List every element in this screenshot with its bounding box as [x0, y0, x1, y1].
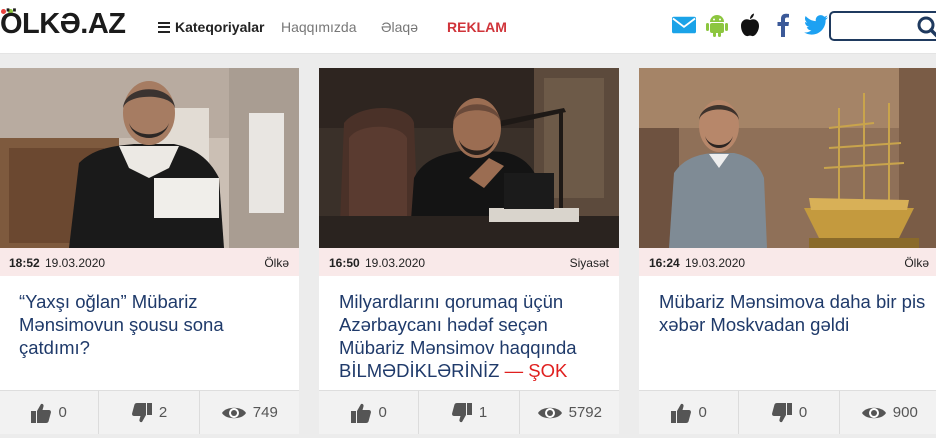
news-category[interactable]: Siyasət — [570, 256, 609, 270]
news-time: 16:50 — [329, 256, 360, 270]
eye-icon — [861, 407, 886, 418]
news-title[interactable]: Milyardlarını qorumaq üçün Azərbaycanı h… — [339, 290, 609, 382]
categories-menu-button[interactable]: Kateqoriyalar — [158, 19, 264, 35]
apple-icon[interactable] — [738, 13, 762, 37]
dislike-count: 0 — [798, 404, 808, 421]
news-title-text: Mübariz Mənsimova daha bir pis xəbər Mos… — [659, 291, 926, 335]
views-stat: 749 — [200, 391, 299, 434]
dislike-count: 1 — [478, 404, 488, 421]
search-box[interactable] — [829, 11, 936, 41]
android-icon[interactable] — [705, 13, 729, 37]
news-stats: 0 1 5792 — [319, 390, 619, 434]
views-count: 900 — [892, 404, 918, 421]
news-title[interactable]: Mübariz Mənsimova daha bir pis xəbər Mos… — [659, 290, 929, 336]
news-card[interactable]: 16:24 19.03.2020 Ölkə Mübariz Mənsimova … — [639, 68, 936, 434]
news-date: 19.03.2020 — [365, 256, 426, 270]
dislike-button[interactable]: 0 — [739, 391, 840, 434]
dislike-button[interactable]: 1 — [419, 391, 520, 434]
like-count: 0 — [698, 404, 707, 421]
views-stat: 900 — [840, 391, 936, 434]
social-links — [672, 13, 828, 37]
like-button[interactable]: 0 — [319, 391, 420, 434]
views-count: 5792 — [568, 404, 602, 421]
thumbs-up-icon — [351, 403, 372, 423]
search-icon[interactable] — [916, 15, 936, 39]
news-title-highlight: — ŞOK — [504, 360, 568, 381]
site-header: ÖLKƏ.AZ Kateqoriyalar Haqqımızda Əlaqə R… — [0, 0, 936, 54]
news-meta: 16:50 19.03.2020 Siyasət — [319, 248, 619, 276]
dislike-count: 2 — [158, 404, 168, 421]
news-title[interactable]: “Yaxşı oğlan” Mübariz Mənsimovun şousu s… — [19, 290, 289, 359]
news-card[interactable]: 18:52 19.03.2020 Ölkə “Yaxşı oğlan” Müba… — [0, 68, 299, 434]
facebook-icon[interactable] — [771, 13, 795, 37]
eye-icon — [537, 407, 562, 418]
news-category[interactable]: Ölkə — [904, 256, 929, 270]
thumbs-down-icon — [451, 402, 472, 422]
news-category[interactable]: Ölkə — [264, 256, 289, 270]
nav-link-contact[interactable]: Əlaqə — [381, 19, 418, 35]
views-count: 749 — [252, 404, 278, 421]
news-title-text: “Yaxşı oğlan” Mübariz Mənsimovun şousu s… — [19, 291, 224, 358]
categories-label: Kateqoriyalar — [175, 19, 265, 35]
like-count: 0 — [378, 404, 387, 421]
thumbs-down-icon — [131, 402, 152, 422]
thumbs-up-icon — [671, 403, 692, 423]
like-button[interactable]: 0 — [639, 391, 740, 434]
news-date: 19.03.2020 — [685, 256, 746, 270]
hamburger-icon — [158, 21, 170, 33]
nav-link-ads[interactable]: REKLAM — [447, 19, 507, 35]
news-time: 18:52 — [9, 256, 40, 270]
like-count: 0 — [58, 404, 67, 421]
news-card[interactable]: 16:50 19.03.2020 Siyasət Milyardlarını q… — [319, 68, 619, 434]
news-stats: 0 0 900 — [639, 390, 936, 434]
twitter-icon[interactable] — [804, 13, 828, 37]
thumbs-up-icon — [31, 403, 52, 423]
news-meta: 16:24 19.03.2020 Ölkə — [639, 248, 936, 276]
thumbs-down-icon — [771, 402, 792, 422]
views-stat: 5792 — [520, 391, 619, 434]
site-logo[interactable]: ÖLKƏ.AZ — [0, 8, 126, 41]
news-image[interactable] — [639, 68, 936, 248]
news-date: 19.03.2020 — [45, 256, 106, 270]
news-stats: 0 2 749 — [0, 390, 299, 434]
nav-link-about[interactable]: Haqqımızda — [281, 19, 356, 35]
news-image[interactable] — [319, 68, 619, 248]
dislike-button[interactable]: 2 — [99, 391, 200, 434]
news-image[interactable] — [0, 68, 299, 248]
like-button[interactable]: 0 — [0, 391, 100, 434]
eye-icon — [221, 407, 246, 418]
news-time: 16:24 — [649, 256, 680, 270]
mail-icon[interactable] — [672, 13, 696, 37]
news-meta: 18:52 19.03.2020 Ölkə — [0, 248, 299, 276]
